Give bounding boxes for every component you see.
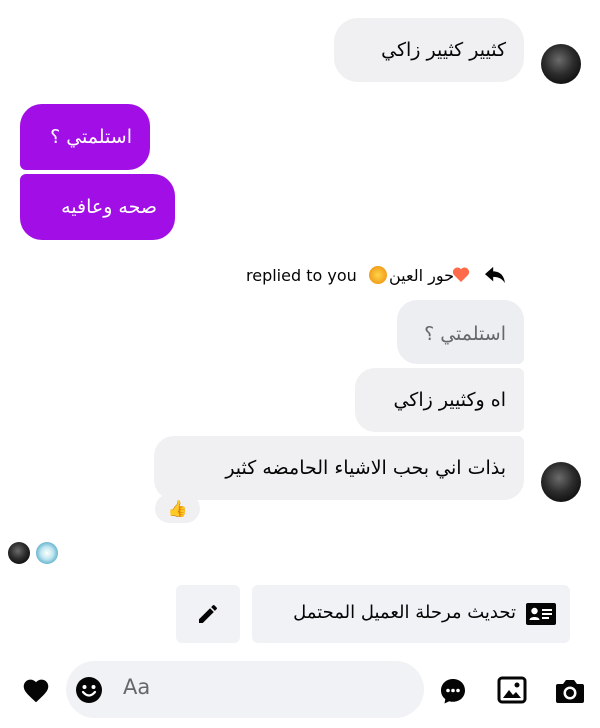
update-lead-stage-label: تحديث مرحلة العميل المحتمل (293, 602, 516, 623)
message-bubble-outgoing[interactable]: صحه وعافيه (20, 174, 175, 240)
quoted-message-text: استلمتي ؟ (424, 323, 506, 345)
heart-icon[interactable] (21, 676, 51, 703)
edit-button[interactable] (176, 585, 240, 643)
contact-avatar[interactable] (541, 44, 581, 84)
pencil-icon (199, 604, 218, 623)
message-bubble-incoming[interactable]: كثيير كثيير زاكي (334, 18, 524, 82)
message-input[interactable]: Aa (66, 661, 424, 718)
message-input-placeholder: Aa (123, 675, 151, 699)
reply-header-text: replied to you (246, 266, 357, 285)
thumbs-up-reaction: 👍 (167, 499, 188, 518)
camera-icon[interactable] (554, 677, 586, 705)
message-bubble-incoming[interactable]: اه وكثيير زاكي (355, 368, 524, 432)
message-text: صحه وعافيه (61, 196, 157, 218)
chat-bubble-icon[interactable] (439, 677, 467, 705)
reply-arrow-icon (485, 266, 505, 284)
sun-emoji-icon (369, 266, 387, 284)
message-text: اه وكثيير زاكي (393, 389, 506, 411)
reply-sender-name: حور العين (389, 266, 455, 285)
message-text: بذات اني بحب الاشياء الحامضه كثير (225, 457, 506, 479)
quoted-message-bubble[interactable]: استلمتي ؟ (397, 300, 524, 364)
update-lead-stage-button[interactable]: تحديث مرحلة العميل المحتمل (252, 585, 570, 643)
message-text: كثيير كثيير زاكي (381, 39, 506, 61)
contact-avatar[interactable] (541, 462, 581, 502)
heart-emoji-icon (452, 267, 470, 282)
reply-header: replied to you حور العين (246, 263, 518, 287)
seen-avatar (36, 542, 58, 564)
message-text: استلمتي ؟ (50, 126, 132, 148)
message-bubble-incoming[interactable]: بذات اني بحب الاشياء الحامضه كثير (154, 436, 524, 500)
gallery-icon[interactable] (497, 676, 527, 704)
reaction-badge[interactable]: 👍 (155, 494, 200, 523)
seen-avatar (8, 542, 30, 564)
emoji-icon[interactable] (75, 676, 103, 704)
message-bubble-outgoing[interactable]: استلمتي ؟ (20, 104, 150, 170)
contact-card-icon (526, 603, 556, 625)
